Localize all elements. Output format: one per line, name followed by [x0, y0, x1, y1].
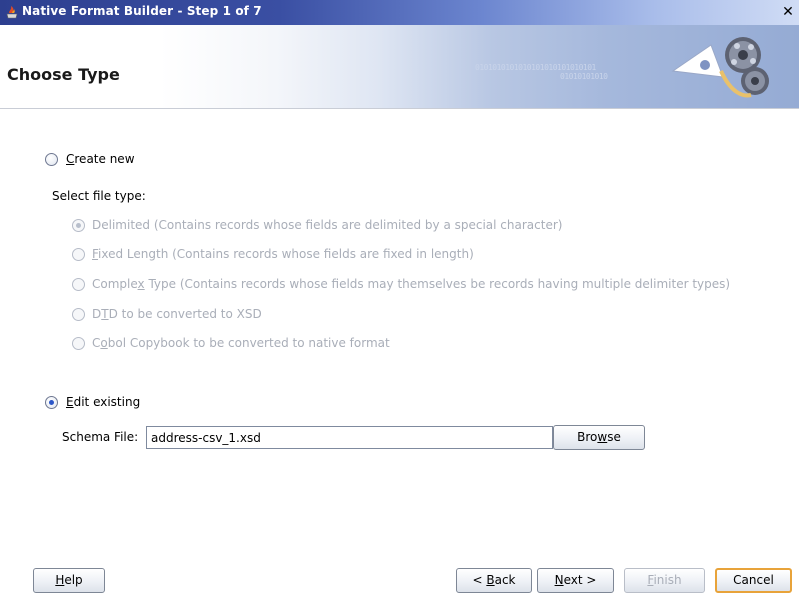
dtd-label-pre: D [92, 307, 102, 321]
complex-type-label-rest: Type (Contains records whose fields may … [144, 277, 731, 291]
browse-button[interactable]: Browse [553, 425, 645, 450]
fixed-length-radio[interactable] [72, 248, 85, 261]
film-reel-icon [671, 37, 769, 98]
radio-selected-dot [76, 223, 81, 228]
edit-existing-label[interactable]: Edit existing [66, 395, 140, 409]
edit-existing-radio[interactable] [45, 396, 58, 409]
wizard-header: 0101010101010101010101010101 01010101010… [0, 25, 799, 109]
schema-file-label: Schema File: [62, 430, 139, 444]
dtd-radio[interactable] [72, 308, 85, 321]
delimited-label-text: Delimited (Contains records whose fields… [92, 218, 563, 232]
complex-type-label[interactable]: Complex Type (Contains records whose fie… [92, 277, 730, 291]
help-button[interactable]: Help [33, 568, 105, 593]
delimited-radio[interactable] [72, 219, 85, 232]
next-mnemonic: N [554, 573, 564, 587]
create-new-radio[interactable] [45, 153, 58, 166]
page-title: Choose Type [7, 65, 120, 84]
close-icon[interactable]: ✕ [779, 3, 797, 21]
cobol-copybook-radio[interactable] [72, 337, 85, 350]
cobol-label-rest: bol Copybook to be converted to native f… [107, 336, 390, 350]
help-mnemonic: H [55, 573, 65, 587]
cancel-button[interactable]: Cancel [715, 568, 792, 593]
complex-type-label-pre: Comple [92, 277, 138, 291]
browse-mnemonic: w [597, 430, 608, 444]
help-label-rest: elp [64, 573, 83, 587]
fixed-length-label[interactable]: Fixed Length (Contains records whose fie… [92, 247, 474, 261]
select-file-type-label: Select file type: [52, 189, 146, 203]
next-label-rest: ext > [563, 573, 597, 587]
back-label-rest: ack [494, 573, 516, 587]
delimited-label[interactable]: Delimited (Contains records whose fields… [92, 218, 562, 232]
dtd-label[interactable]: DTD to be converted to XSD [92, 307, 262, 321]
fixed-length-label-rest: ixed Length (Contains records whose fiel… [98, 247, 474, 261]
back-button[interactable]: < Back [456, 568, 532, 593]
wizard-content: Create new Select file type: Delimited (… [0, 109, 799, 602]
create-new-label-rest: reate new [74, 152, 135, 166]
dtd-label-rest: D to be converted to XSD [108, 307, 262, 321]
finish-label-rest: inish [653, 573, 682, 587]
finish-button[interactable]: Finish [624, 568, 705, 593]
complex-type-radio[interactable] [72, 278, 85, 291]
radio-selected-dot [49, 400, 54, 405]
cobol-copybook-label[interactable]: Cobol Copybook to be converted to native… [92, 336, 390, 350]
edit-existing-mnemonic: E [66, 395, 74, 409]
dtd-mnemonic: T [101, 307, 109, 321]
complex-type-mnemonic: x [137, 277, 145, 291]
banner-binary-text: 0101010101010101010101010101 [475, 63, 596, 72]
browse-label-pre: Bro [577, 430, 598, 444]
create-new-label[interactable]: Create new [66, 152, 135, 166]
edit-existing-label-rest: dit existing [73, 395, 141, 409]
next-button[interactable]: Next > [537, 568, 614, 593]
title-bar: Native Format Builder - Step 1 of 7 ✕ [0, 0, 799, 25]
window-title: Native Format Builder - Step 1 of 7 [22, 4, 262, 18]
back-label-pre: < [472, 573, 487, 587]
banner-binary-text-2: 01010101010 [560, 72, 608, 81]
back-mnemonic: B [486, 573, 495, 587]
browse-label-rest: se [607, 430, 621, 444]
cobol-mnemonic: o [100, 336, 108, 350]
schema-file-input[interactable] [146, 426, 553, 449]
oracle-app-icon [6, 6, 18, 19]
